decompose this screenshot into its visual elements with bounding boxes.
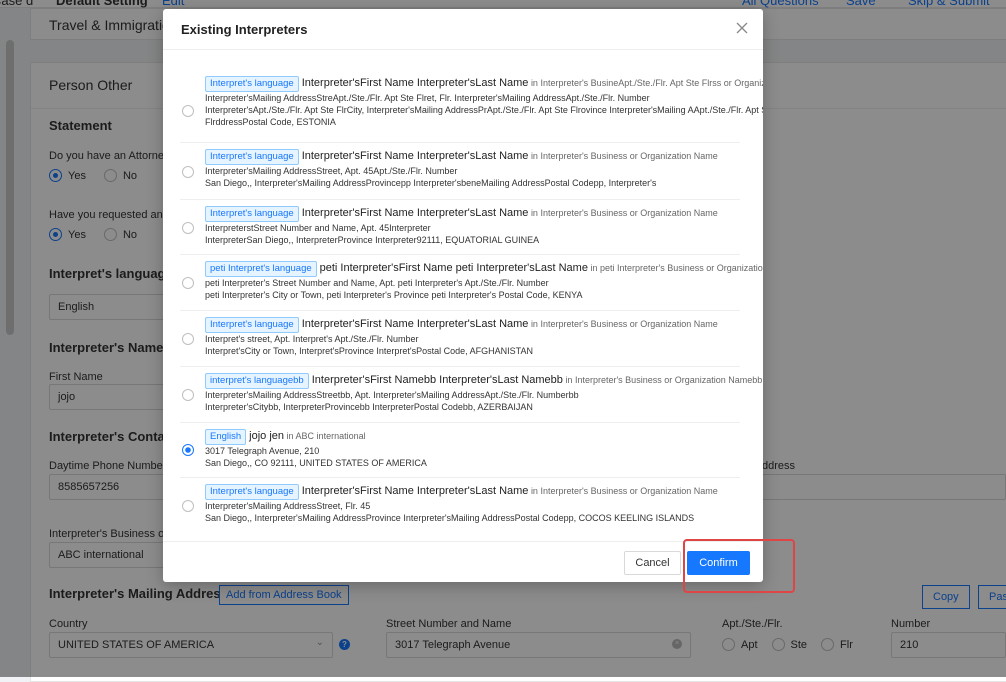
interpreter-radio-selected[interactable] (182, 444, 194, 456)
interpreter-item[interactable]: Interpret's language Interpreter'sFirst N… (180, 200, 740, 255)
interpreter-radio[interactable] (182, 222, 194, 234)
address-line-2: Interpreter'sCitybb, InterpreterProvince… (205, 402, 533, 412)
interpreter-org: in Interpreter's Business or Organizatio… (530, 486, 718, 496)
interpreter-name: Interpreter'sFirst Name Interpreter'sLas… (301, 318, 529, 330)
dialog-header: Existing Interpreters (163, 9, 763, 50)
language-tag: Interpret's language (205, 76, 299, 92)
interpreter-org: in ABC international (286, 431, 366, 441)
address-line-1: peti Interpreter's Street Number and Nam… (205, 278, 549, 288)
interpreter-org: in peti Interpreter's Business or Organi… (590, 263, 763, 273)
interpreter-item[interactable]: interpret's languagebb Interpreter'sFirst… (180, 367, 762, 423)
interpreter-org: in Interpreter's BusineApt./Ste./Flr. Ap… (530, 78, 763, 88)
interpreter-radio[interactable] (182, 105, 194, 117)
interpreter-radio[interactable] (182, 500, 194, 512)
interpreter-item[interactable]: Interpret's language Interpreter'sFirst N… (180, 70, 763, 143)
language-tag: Interpret's language (205, 149, 299, 165)
cancel-button[interactable]: Cancel (624, 551, 681, 575)
interpreter-name: Interpreter'sFirst Name Interpreter'sLas… (301, 150, 529, 162)
dialog-footer: Cancel Confirm (163, 541, 763, 582)
address-line-2: peti Interpreter's City or Town, peti In… (205, 290, 583, 300)
address-line-2: San Diego,, Interpreter'sMailing Address… (205, 178, 657, 188)
interpreter-org: in Interpreter's Business or Organizatio… (530, 151, 718, 161)
address-line-2: San Diego,, Interpreter'sMailing Address… (205, 513, 695, 523)
interpreter-item[interactable]: Interpret's language Interpreter'sFirst N… (180, 311, 740, 367)
interpreter-radio[interactable] (182, 389, 194, 401)
address-line-1: Interpret's street, Apt. Interpret's Apt… (205, 334, 419, 344)
interpreter-name: Interpreter'sFirst Name Interpreter'sLas… (301, 77, 529, 89)
interpreter-item[interactable]: Interpret's language Interpreter'sFirst N… (180, 478, 740, 534)
address-line-1: Interpreter'sMailing AddressStreet, Apt.… (205, 166, 458, 176)
interpreter-name: Interpreter'sFirst Name Interpreter'sLas… (301, 207, 529, 219)
address-line-1: Interpreter'sMailing AddressStreetbb, Ap… (205, 390, 579, 400)
address-line-2: Interpreter'sApt./Ste./Flr. Apt Ste FlrC… (205, 105, 763, 115)
interpreter-item[interactable]: Interpret's language Interpreter'sFirst N… (180, 143, 740, 200)
address-line-1: InterpreterstStreet Number and Name, Apt… (205, 223, 431, 233)
interpreter-name: Interpreter'sFirst Name Interpreter'sLas… (301, 485, 529, 497)
interpreter-radio[interactable] (182, 333, 194, 345)
language-tag: peti Interpret's language (205, 261, 317, 277)
address-line-1: Interpreter'sMailing AddressStreet, Flr.… (205, 501, 371, 511)
language-tag: Interpret's language (205, 317, 299, 333)
interpreter-item-selected[interactable]: English jojo jen in ABC international 301… (180, 423, 740, 478)
interpreter-name: peti Interpreter'sFirst Name peti Interp… (319, 262, 588, 274)
existing-interpreters-dialog: Existing Interpreters Interpret's langua… (163, 9, 763, 582)
address-line-1: 3017 Telegraph Avenue, 210 (205, 446, 320, 456)
language-tag: interpret's languagebb (205, 373, 309, 389)
interpreter-name: jojo jen (249, 430, 285, 442)
interpreter-org: in Interpreter's Business or Organizatio… (530, 319, 718, 329)
address-line-2: InterpreterSan Diego,, InterpreterProvin… (205, 235, 540, 245)
address-line-3: FlrddressPostal Code, ESTONIA (205, 117, 336, 127)
interpreter-org: in Interpreter's Business or Organizatio… (530, 208, 718, 218)
language-tag: Interpret's language (205, 206, 299, 222)
dialog-title: Existing Interpreters (181, 22, 308, 37)
interpreter-radio[interactable] (182, 277, 194, 289)
close-icon[interactable] (735, 21, 749, 35)
address-line-2: Interpret'sCity or Town, Interpret'sProv… (205, 346, 533, 356)
confirm-highlight-box (683, 539, 795, 593)
address-line-2: San Diego,, CO 92111, UNITED STATES OF A… (205, 458, 427, 468)
interpreter-name: Interpreter'sFirst Namebb Interpreter'sL… (311, 374, 563, 386)
interpreter-item[interactable]: peti Interpret's language peti Interprete… (180, 255, 763, 311)
interpreter-org: in Interpreter's Business or Organizatio… (565, 375, 763, 385)
language-tag: Interpret's language (205, 484, 299, 500)
interpreter-radio[interactable] (182, 166, 194, 178)
language-tag: English (205, 429, 247, 445)
interpreter-list: Interpret's language Interpreter'sFirst N… (163, 51, 763, 541)
address-line-1: Interpreter'sMailing AddressStreApt./Ste… (205, 93, 650, 103)
